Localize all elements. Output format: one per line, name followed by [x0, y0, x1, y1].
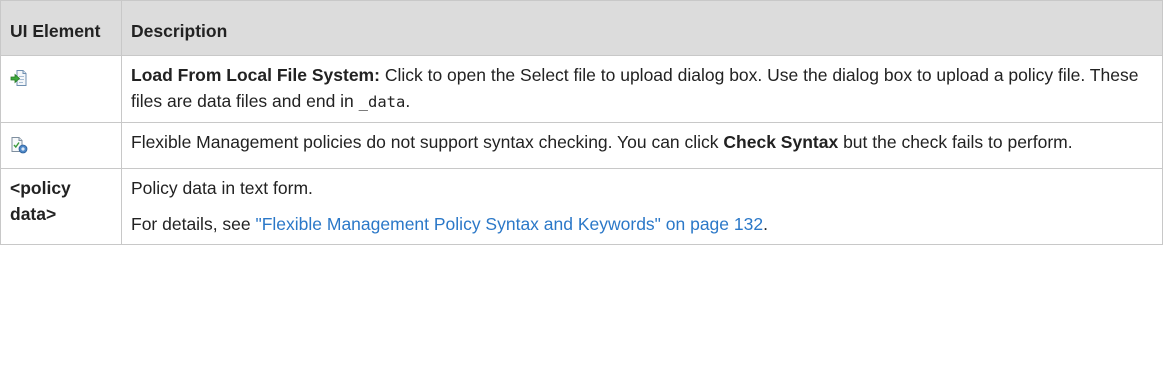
- row-description-cell: Flexible Management policies do not supp…: [121, 122, 1163, 169]
- row-element-cell: <policy data>: [0, 168, 122, 245]
- check-syntax-label: Check Syntax: [723, 132, 839, 152]
- header-description: Description: [121, 0, 1163, 56]
- table-row: Flexible Management policies do not supp…: [0, 122, 1163, 169]
- load-from-file-icon: [10, 68, 28, 86]
- row-text: For details, see: [131, 214, 256, 234]
- table-header-row: UI Element Description: [0, 0, 1163, 56]
- row-description-cell: Policy data in text form. For details, s…: [121, 168, 1163, 245]
- table-row: <policy data> Policy data in text form. …: [0, 168, 1163, 245]
- row-text: Flexible Management policies do not supp…: [131, 132, 724, 152]
- row-text-end: but the check fails to perform.: [838, 132, 1073, 152]
- check-syntax-icon: [10, 135, 28, 154]
- row-description-cell: Load From Local File System: Click to op…: [121, 55, 1163, 123]
- row-details: For details, see "Flexible Management Po…: [131, 211, 1153, 237]
- row-code: _data: [358, 93, 406, 111]
- row-text-end: .: [405, 91, 411, 111]
- row-description: Flexible Management policies do not supp…: [131, 129, 1153, 155]
- row-element-cell: [0, 55, 122, 123]
- row-description: Policy data in text form.: [131, 178, 313, 198]
- row-text-end: .: [763, 214, 768, 234]
- row-element-cell: [0, 122, 122, 169]
- syntax-keywords-link[interactable]: "Flexible Management Policy Syntax and K…: [256, 214, 764, 234]
- table-row: Load From Local File System: Click to op…: [0, 55, 1163, 123]
- row-description: Load From Local File System: Click to op…: [131, 62, 1153, 115]
- header-ui-element: UI Element: [0, 0, 122, 56]
- ui-elements-table: UI Element Description Load From Local F…: [0, 0, 1163, 245]
- policy-data-label: <policy data>: [10, 178, 71, 224]
- row-bold-label: Load From Local File System:: [131, 65, 380, 85]
